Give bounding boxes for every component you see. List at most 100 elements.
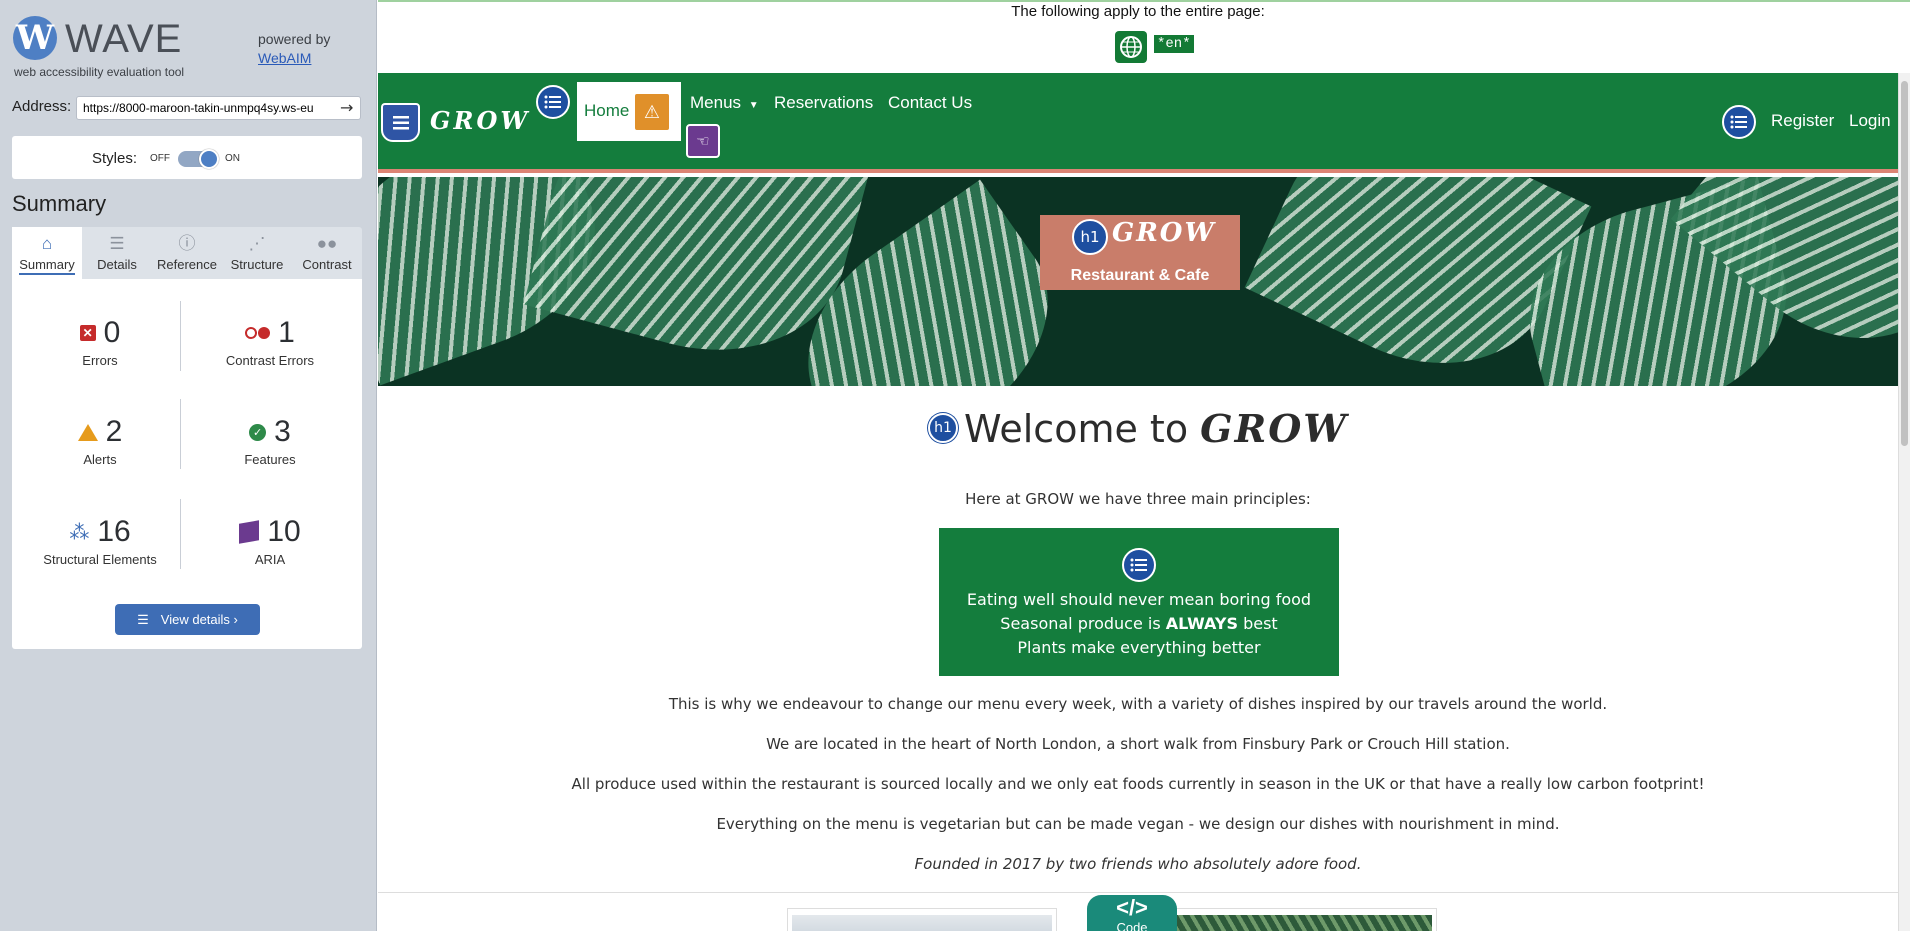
styles-off-label: OFF xyxy=(150,153,170,164)
unordered-list-icon xyxy=(1722,105,1756,139)
wave-title: WAVE xyxy=(65,17,183,61)
stat-contrast-errors[interactable]: 1 Contrast Errors xyxy=(190,315,350,368)
body-paragraph: Everything on the menu is vegetarian but… xyxy=(716,815,1560,833)
structural-count: 16 xyxy=(97,515,131,548)
evaluated-page: The following apply to the entire page: … xyxy=(378,0,1910,931)
summary-heading: Summary xyxy=(12,191,107,216)
feature-check-icon: ✓ xyxy=(249,423,267,441)
tab-contrast[interactable]: ●● Contrast xyxy=(292,227,362,279)
nav-reservations-link[interactable]: Reservations xyxy=(774,93,873,113)
divider xyxy=(180,399,181,469)
aria-annotation-icon: ☜ xyxy=(686,124,720,158)
styles-label: Styles: xyxy=(92,150,138,167)
tab-reference[interactable]: ⓘ Reference xyxy=(152,227,222,279)
error-icon: ✕ xyxy=(79,325,96,341)
unordered-list-icon xyxy=(536,85,570,119)
wave-subtitle: web accessibility evaluation tool xyxy=(14,65,185,79)
welcome-prefix: Welcome to xyxy=(964,407,1201,451)
wave-tab-bar: ⌂ Summary ☰ Details ⓘ Reference ⋰ Struct… xyxy=(12,227,362,279)
view-details-label: View details › xyxy=(160,612,238,627)
stat-errors[interactable]: ✕ 0 Errors xyxy=(20,315,180,368)
intro-text: Here at GROW we have three main principl… xyxy=(965,490,1311,508)
tab-label: Structure xyxy=(230,257,284,272)
contrast-errors-label: Contrast Errors xyxy=(225,353,315,368)
stat-aria[interactable]: 10 ARIA xyxy=(190,514,350,567)
styles-toggle-knob[interactable] xyxy=(199,149,219,169)
body-paragraph: This is why we endeavour to change our m… xyxy=(668,695,1608,713)
alerts-label: Alerts xyxy=(83,452,117,467)
principle-item: Seasonal produce is ALWAYS best xyxy=(1000,614,1278,633)
powered-by: powered by WebAIM xyxy=(258,30,330,68)
aria-icon xyxy=(239,520,260,544)
view-details-button[interactable]: ☰ View details › xyxy=(115,604,260,635)
code-panel-toggle[interactable]: </> Code xyxy=(1087,895,1177,931)
h1-heading-icon: h1 xyxy=(1072,219,1108,255)
page-level-notice: The following apply to the entire page: xyxy=(1011,3,1265,20)
list-icon: ☰ xyxy=(109,234,125,253)
aria-count: 10 xyxy=(267,515,301,548)
top-border xyxy=(378,0,1910,2)
brand-logo[interactable]: GROW xyxy=(430,106,530,135)
page-scrollbar[interactable] xyxy=(1898,73,1910,931)
structure-icon: ⁂ xyxy=(69,521,90,544)
address-input[interactable]: https://8000-maroon-takin-unmpq4sy.ws-eu xyxy=(76,96,361,120)
image-card xyxy=(1167,908,1437,931)
stat-alerts[interactable]: 2 Alerts xyxy=(20,414,180,467)
tab-details[interactable]: ☰ Details xyxy=(82,227,152,279)
contrast-error-icon xyxy=(245,327,271,339)
powered-by-label: powered by xyxy=(258,31,331,47)
divider xyxy=(378,892,1898,893)
address-label: Address: xyxy=(12,98,72,115)
nav-home-label: Home xyxy=(584,101,630,120)
scrollbar-thumb[interactable] xyxy=(1901,81,1908,446)
errors-label: Errors xyxy=(82,353,118,368)
contrast-toggle-icon: ●● xyxy=(316,234,338,253)
welcome-heading: h1 Welcome to GROW xyxy=(378,406,1898,451)
founded-text: Founded in 2017 by two friends who absol… xyxy=(914,855,1362,873)
features-count: 3 xyxy=(274,415,291,448)
redundant-link-alert-icon: ⚠ xyxy=(635,94,669,130)
hero-title-card: h1 GROW Restaurant & Cafe xyxy=(1040,215,1240,290)
aria-label: ARIA xyxy=(254,552,286,567)
tab-label: Summary xyxy=(19,257,75,275)
tab-summary[interactable]: ⌂ Summary xyxy=(12,227,82,279)
header-landmark-icon xyxy=(381,103,420,142)
principle-item: Plants make everything better xyxy=(1017,638,1261,657)
site-navbar: GROW Home ⚠ Menus ▼ Reservations Contact… xyxy=(378,73,1898,173)
body-paragraph: All produce used within the restaurant i… xyxy=(571,775,1705,793)
styles-on-label: ON xyxy=(225,153,240,164)
alert-icon xyxy=(77,423,98,441)
structure-icon: ⋰ xyxy=(248,234,266,253)
code-icon: </> xyxy=(1116,895,1148,920)
tab-label: Contrast xyxy=(302,257,352,272)
principles-list: Eating well should never mean boring foo… xyxy=(939,528,1339,676)
divider xyxy=(180,499,181,569)
nav-login-link[interactable]: Login xyxy=(1849,111,1891,131)
structural-label: Structural Elements xyxy=(43,552,157,567)
tab-label: Details xyxy=(97,257,137,272)
stat-structural-elements[interactable]: ⁂ 16 Structural Elements xyxy=(20,514,180,567)
nav-contact-link[interactable]: Contact Us xyxy=(888,93,972,113)
unordered-list-icon xyxy=(1122,548,1156,582)
stat-features[interactable]: ✓ 3 Features xyxy=(190,414,350,467)
h1-heading-icon: h1 xyxy=(928,412,959,443)
webaim-link[interactable]: WebAIM xyxy=(258,49,330,68)
language-badge: *en* xyxy=(1154,35,1194,53)
features-label: Features xyxy=(244,452,296,467)
card-image xyxy=(1172,915,1432,931)
nav-home-link[interactable]: Home ⚠ xyxy=(577,82,681,141)
nav-register-link[interactable]: Register xyxy=(1771,111,1834,131)
divider xyxy=(180,301,181,371)
welcome-brand: GROW xyxy=(1200,406,1348,451)
address-go-arrow-icon[interactable]: → xyxy=(340,98,353,117)
errors-count: 0 xyxy=(103,316,121,349)
hero-title: GROW xyxy=(1112,218,1216,248)
language-globe-icon[interactable] xyxy=(1115,31,1147,63)
tab-label: Reference xyxy=(157,257,217,272)
info-icon: ⓘ xyxy=(178,234,196,253)
tab-structure[interactable]: ⋰ Structure xyxy=(222,227,292,279)
hero-banner: h1 GROW Restaurant & Cafe xyxy=(378,177,1898,386)
contrast-errors-count: 1 xyxy=(278,316,295,349)
nav-menus-dropdown[interactable]: Menus ▼ xyxy=(690,93,759,113)
caret-down-icon: ▼ xyxy=(748,100,759,111)
